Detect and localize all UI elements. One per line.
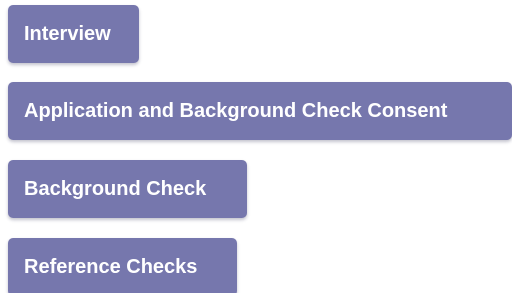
interview-button[interactable]: Interview [8,5,139,63]
background-check-button[interactable]: Background Check [8,160,247,218]
application-background-check-consent-button[interactable]: Application and Background Check Consent [8,82,512,140]
reference-checks-button[interactable]: Reference Checks [8,238,237,293]
hiring-steps-list: Interview Application and Background Che… [0,0,512,293]
